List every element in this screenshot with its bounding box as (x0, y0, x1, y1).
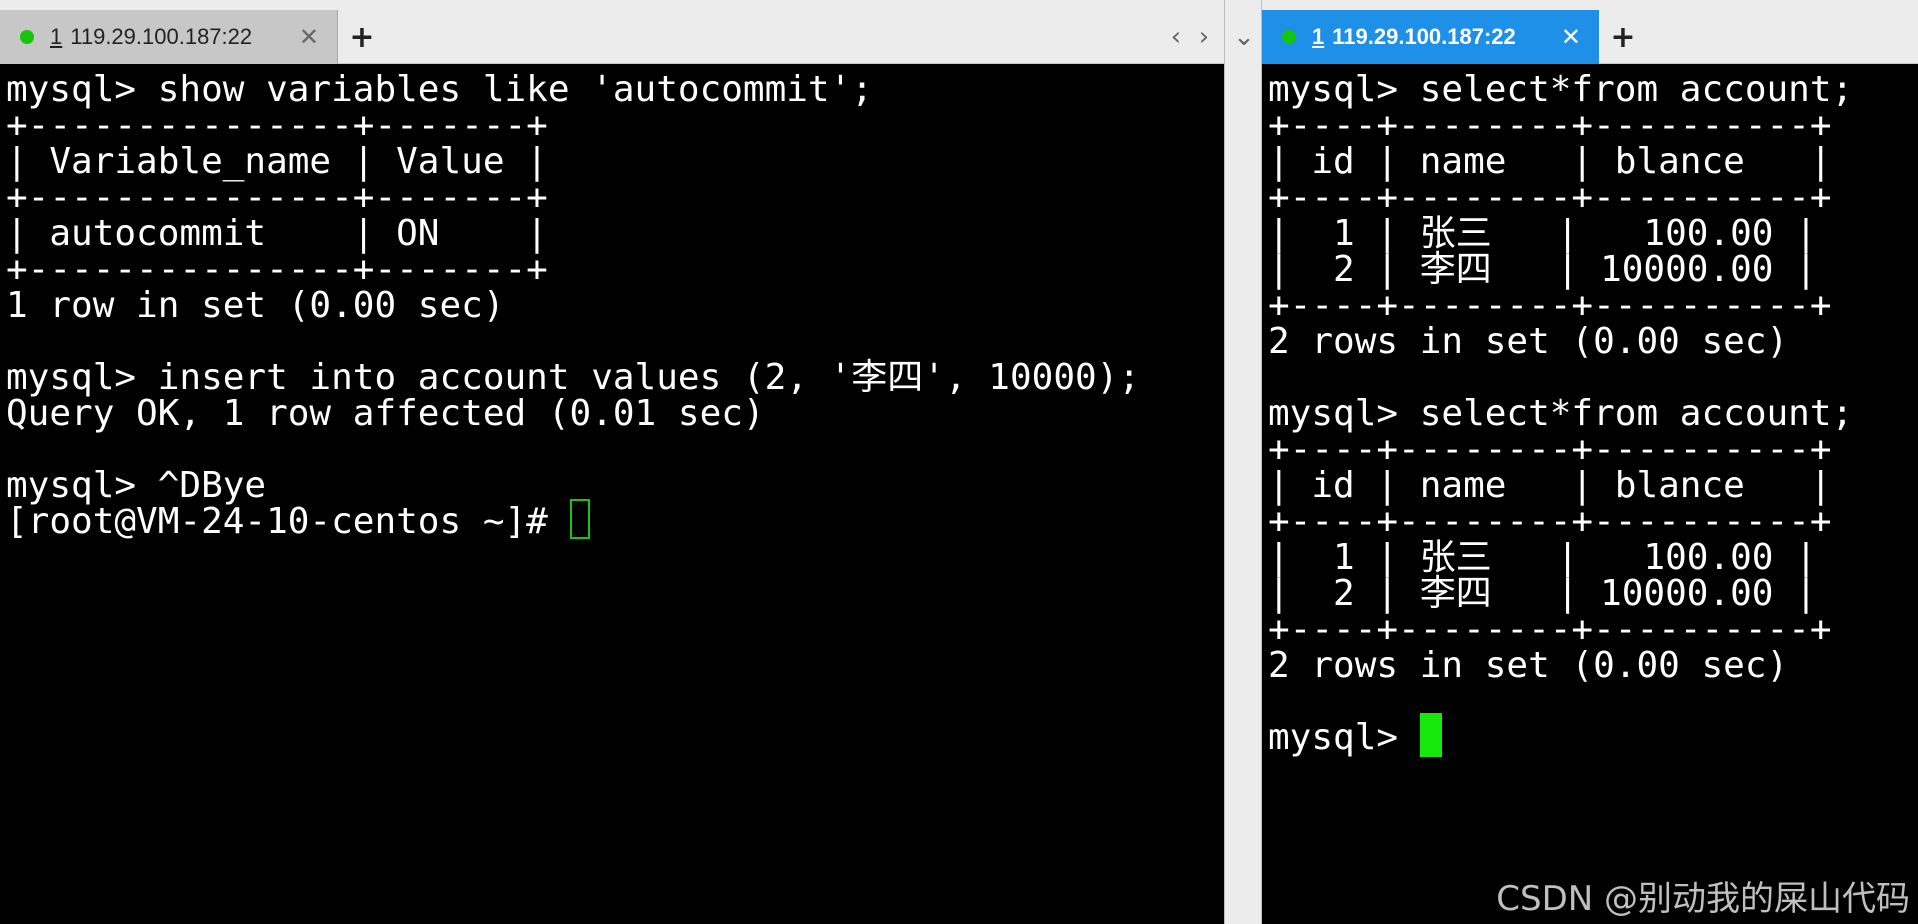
terminal-line: [root@VM-24-10-centos ~]# (6, 499, 590, 544)
connection-status-icon (20, 30, 34, 44)
right-session-pane: 1 119.29.100.187:22 ✕ + CSDN @别动我的屎山代码 m… (1262, 0, 1918, 924)
terminal-line: Query OK, 1 row affected (0.01 sec) (6, 393, 765, 434)
text-cursor (1419, 713, 1442, 757)
right-terminal[interactable]: CSDN @别动我的屎山代码 mysql> select*from accoun… (1262, 64, 1918, 924)
terminal-line: 2 rows in set (0.00 sec) (1268, 321, 1789, 362)
text-cursor (569, 499, 590, 539)
tab-number: 1 (50, 24, 63, 49)
scroll-tabs-right-icon[interactable]: › (1190, 14, 1218, 60)
close-icon[interactable]: ✕ (299, 25, 319, 49)
connection-status-icon (1282, 30, 1296, 44)
terminal-line: mysql> (1268, 713, 1442, 760)
right-tab-bar: 1 119.29.100.187:22 ✕ + (1262, 0, 1918, 64)
new-tab-button[interactable]: + (1601, 14, 1645, 60)
watermark: CSDN @别动我的屎山代码 (1496, 879, 1910, 919)
left-tab-bar: 1 119.29.100.187:22 ✕ + ‹ › (0, 0, 1224, 64)
terminal-line: 1 row in set (0.00 sec) (6, 285, 505, 326)
right-session-tab[interactable]: 1 119.29.100.187:22 ✕ (1262, 10, 1599, 64)
tab-title: 119.29.100.187:22 (1332, 24, 1516, 49)
scroll-tabs-left-icon[interactable]: ‹ (1162, 14, 1190, 60)
tab-list-menu-icon[interactable]: ⌄ (1230, 14, 1258, 60)
terminal-line: 2 rows in set (0.00 sec) (1268, 645, 1789, 686)
left-terminal[interactable]: mysql> show variables like 'autocommit';… (0, 64, 1224, 924)
left-session-tab[interactable]: 1 119.29.100.187:22 ✕ (0, 10, 338, 64)
pane-splitter[interactable]: ⌄ (1224, 0, 1262, 924)
close-icon[interactable]: ✕ (1561, 25, 1581, 49)
ssh-client-window: 1 119.29.100.187:22 ✕ + ‹ › mysql> show … (0, 0, 1918, 924)
new-tab-button[interactable]: + (340, 14, 384, 60)
left-session-pane: 1 119.29.100.187:22 ✕ + ‹ › mysql> show … (0, 0, 1224, 924)
tab-number: 1 (1312, 24, 1325, 49)
tab-title: 119.29.100.187:22 (70, 24, 253, 49)
